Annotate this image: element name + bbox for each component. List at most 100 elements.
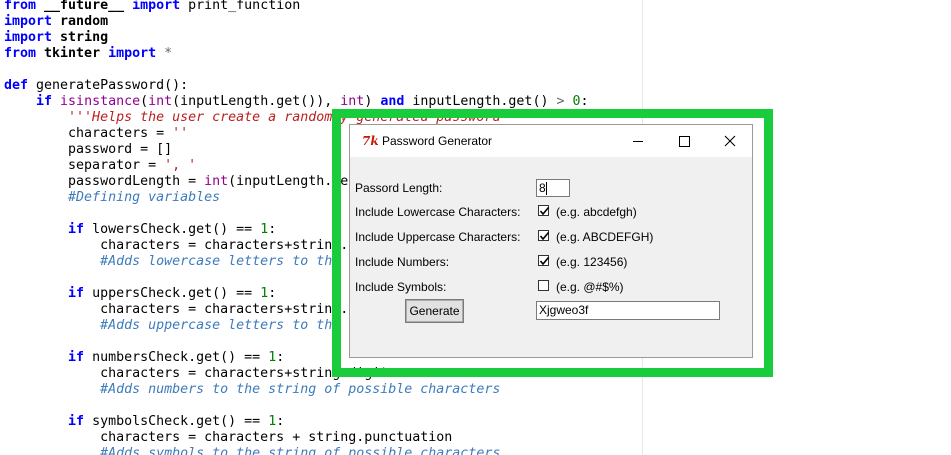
code-token: #Defining variables	[4, 190, 221, 205]
password-length-label: Passord Length:	[355, 181, 443, 195]
password-length-input[interactable]: 8	[536, 179, 570, 197]
generate-button[interactable]: Generate	[405, 299, 464, 323]
code-line: from __future__ import print_function	[4, 0, 300, 14]
code-line: characters = ''	[4, 126, 188, 142]
code-token: (	[140, 94, 149, 109]
generated-password-field[interactable]: Xjgweo3f	[536, 301, 720, 320]
code-token: *	[164, 46, 173, 61]
code-token: from	[4, 46, 45, 61]
symbols-hint: (e.g. @#$%)	[556, 280, 624, 294]
tk-feather-icon: 7k	[362, 134, 379, 148]
code-line: #Defining variables	[4, 190, 220, 206]
code-token: :	[268, 286, 277, 301]
code-line: separator = ', '	[4, 158, 196, 174]
code-token: and	[380, 94, 413, 109]
code-token: isinstance	[60, 94, 141, 109]
code-line: import string	[4, 30, 108, 46]
checkmark-icon	[539, 256, 550, 266]
uppercase-hint: (e.g. ABCDEFGH)	[556, 230, 654, 244]
code-token: :	[580, 94, 589, 109]
code-token: 1	[260, 286, 269, 301]
code-token: import	[132, 0, 189, 13]
numbers-label: Include Numbers:	[355, 255, 450, 269]
code-line: #Adds symbols to the string of possible …	[4, 446, 500, 455]
code-token: random	[60, 14, 109, 29]
code-token: import	[4, 14, 61, 29]
password-length-value: 8	[539, 181, 546, 195]
code-token: #Adds numbers to the string of possible …	[4, 382, 501, 397]
code-token: numbersCheck.get() ==	[92, 350, 269, 365]
code-line: def generatePassword():	[4, 78, 188, 94]
symbols-label: Include Symbols:	[355, 280, 447, 294]
code-token: symbolsCheck.get() ==	[92, 414, 269, 429]
lowercase-checkbox[interactable]	[538, 205, 550, 216]
code-token: int	[204, 174, 229, 189]
code-token: passwordLength =	[4, 174, 205, 189]
code-token: 1	[260, 222, 269, 237]
code-token: :	[268, 222, 277, 237]
code-token: ():	[164, 78, 189, 93]
minimize-button[interactable]	[615, 125, 661, 157]
code-token: if	[4, 414, 93, 429]
code-line: import random	[4, 14, 108, 30]
code-token: characters =	[4, 126, 173, 141]
code-token: string	[60, 30, 109, 45]
numbers-checkbox[interactable]	[538, 255, 550, 266]
code-token: :	[276, 350, 285, 365]
symbols-checkbox[interactable]	[538, 280, 549, 291]
maximize-icon	[679, 136, 690, 147]
code-token: ''	[172, 126, 189, 141]
code-token: from	[4, 0, 45, 13]
window-titlebar[interactable]: 7k Password Generator	[350, 125, 752, 157]
code-token: import	[4, 30, 61, 45]
minimize-icon	[633, 141, 643, 142]
code-line: if lowersCheck.get() == 1:	[4, 222, 276, 238]
numbers-hint: (e.g. 123456)	[556, 255, 628, 269]
code-token: if	[4, 222, 93, 237]
close-button[interactable]	[707, 125, 753, 157]
code-token: if	[4, 350, 93, 365]
code-token: __future__	[44, 0, 133, 13]
code-token: def	[4, 78, 37, 93]
close-icon	[724, 135, 736, 147]
code-token: tkinter	[44, 46, 109, 61]
code-token: lowersCheck.get() ==	[92, 222, 261, 237]
code-line: from tkinter import *	[4, 46, 172, 62]
lowercase-label: Include Lowercase Characters:	[355, 205, 521, 219]
code-token: characters = characters + string.punctua…	[4, 430, 453, 445]
code-line: #Adds numbers to the string of possible …	[4, 382, 500, 398]
code-line: if isinstance(int(inputLength.get()), in…	[4, 94, 589, 110]
code-line: if symbolsCheck.get() == 1:	[4, 414, 284, 430]
code-line: if numbersCheck.get() == 1:	[4, 350, 284, 366]
code-token: separator =	[4, 158, 165, 173]
window-title: Password Generator	[382, 134, 493, 148]
code-line: password = []	[4, 142, 172, 158]
code-token: 1	[268, 414, 277, 429]
code-token: uppersCheck.get() ==	[92, 286, 261, 301]
code-token: password = []	[4, 142, 173, 157]
code-token: 0	[572, 94, 581, 109]
code-token: ', '	[164, 158, 197, 173]
code-token: int	[340, 94, 365, 109]
password-generator-window: 7k Password Generator Passord Length: 8 …	[349, 124, 753, 358]
code-token: if	[4, 286, 93, 301]
code-token: inputLength.get()	[412, 94, 557, 109]
checkmark-icon	[539, 231, 550, 241]
code-token: import	[108, 46, 165, 61]
code-token: int	[148, 94, 173, 109]
text-caret	[545, 182, 547, 196]
code-token: )	[364, 94, 381, 109]
code-token: generatePassword	[36, 78, 165, 93]
code-token: if	[4, 94, 61, 109]
code-token: #Adds symbols to the string of possible …	[4, 446, 501, 455]
code-token: (inputLength.get()),	[172, 94, 341, 109]
code-line: if uppersCheck.get() == 1:	[4, 286, 276, 302]
code-token: 1	[268, 350, 277, 365]
code-token: >	[556, 94, 573, 109]
code-line: characters = characters + string.punctua…	[4, 430, 452, 446]
uppercase-checkbox[interactable]	[538, 230, 550, 241]
code-line: passwordLength = int(inputLength.get())	[4, 174, 380, 190]
maximize-button[interactable]	[661, 125, 707, 157]
lowercase-hint: (e.g. abcdefgh)	[556, 205, 637, 219]
uppercase-label: Include Uppercase Characters:	[355, 230, 521, 244]
